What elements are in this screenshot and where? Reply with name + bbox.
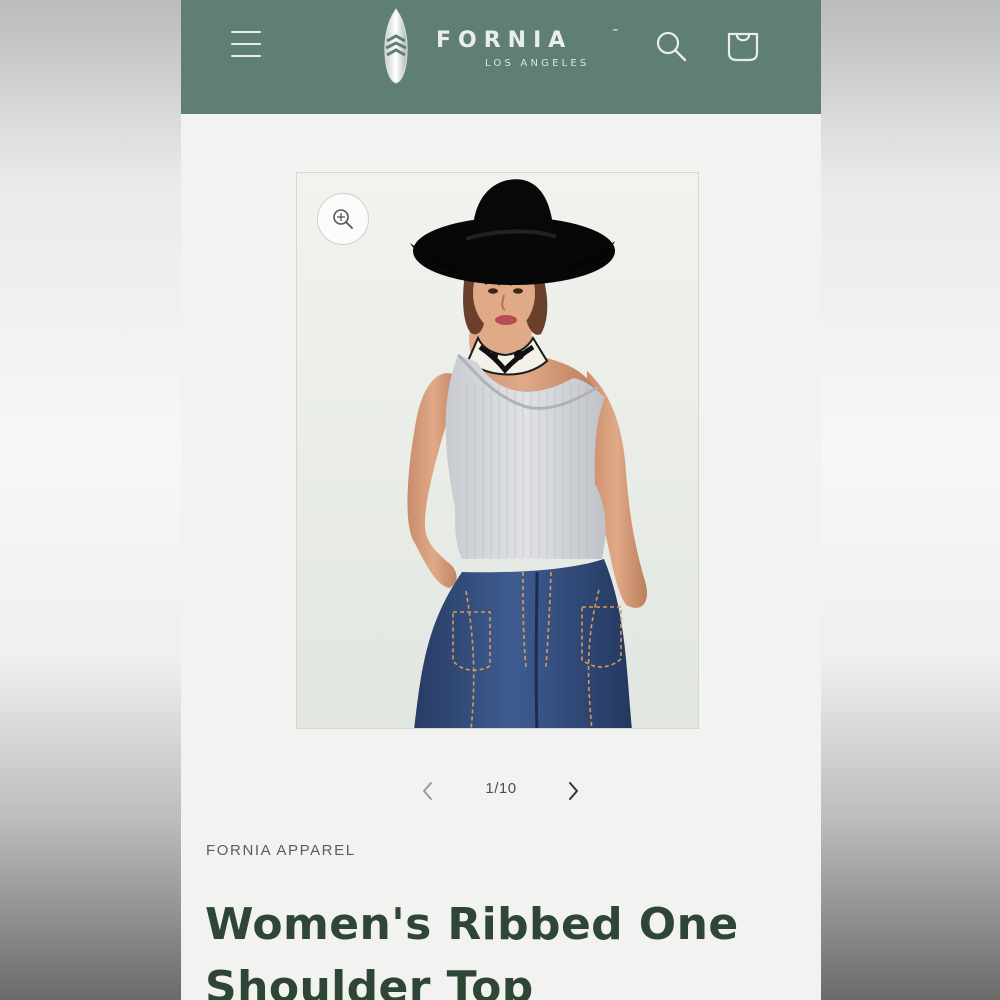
brand-subtitle: LOS ANGELES — [485, 58, 590, 69]
zoom-button[interactable] — [317, 193, 369, 245]
chevron-right-icon[interactable] — [562, 780, 584, 802]
fornia-logo[interactable]: FORNIA ™ LOS ANGELES — [379, 8, 629, 84]
site-header: FORNIA ™ LOS ANGELES — [181, 0, 821, 114]
brand-name: FORNIA — [436, 28, 573, 53]
left-background-panel — [0, 0, 181, 1000]
product-image-gallery[interactable] — [296, 172, 699, 729]
product-vendor: FORNIA APPAREL — [206, 842, 356, 859]
surfboard-logo-icon — [384, 8, 408, 84]
mobile-product-page: FORNIA ™ LOS ANGELES 1/10 FORNIA APPAREL… — [181, 0, 821, 1000]
right-background-panel — [819, 0, 1000, 1000]
product-title: Women's Ribbed One Shoulder Top — [205, 899, 739, 1000]
gallery-pagination: 1/10 — [181, 776, 821, 806]
zoom-in-icon — [333, 209, 353, 229]
chevron-left-icon[interactable] — [417, 780, 439, 802]
search-icon[interactable] — [653, 28, 689, 64]
shopping-bag-icon[interactable] — [725, 28, 761, 64]
hamburger-menu-icon[interactable] — [229, 27, 265, 61]
product-photo-model-in-cowboy-hat — [297, 173, 698, 728]
gallery-page-counter: 1/10 — [485, 780, 517, 797]
trademark-symbol: ™ — [612, 28, 619, 36]
